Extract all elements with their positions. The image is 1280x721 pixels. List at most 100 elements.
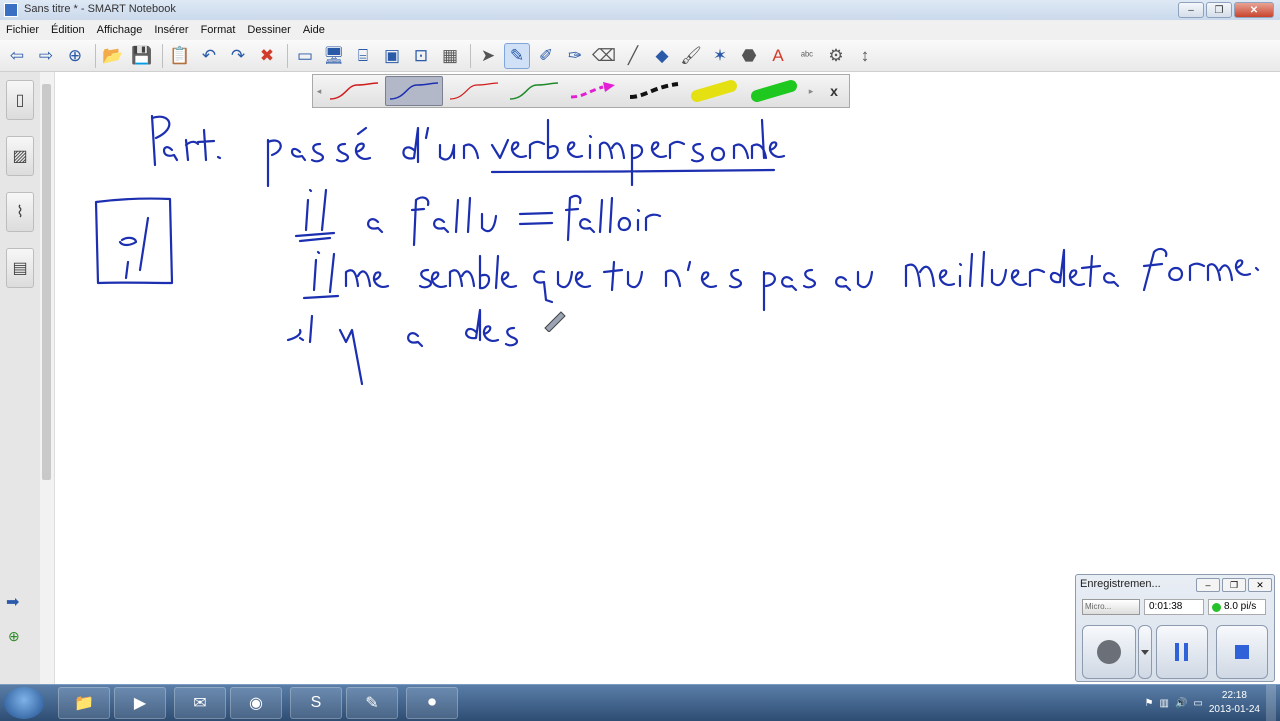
display-icon[interactable]: 🖥 xyxy=(321,43,347,69)
measure-icon[interactable]: ⚙ xyxy=(823,43,849,69)
eraser-icon[interactable]: ⌫ xyxy=(591,43,617,69)
recorder-time: 0:01:38 xyxy=(1144,599,1204,615)
pen-tray-close-button[interactable]: x xyxy=(821,78,847,104)
add-page-icon[interactable]: ⊕ xyxy=(62,43,88,69)
shape-icon[interactable]: ◆ xyxy=(649,43,675,69)
flag-icon[interactable]: ⚑ xyxy=(1145,698,1154,709)
recorder-fps-label: 8.0 pi/s xyxy=(1224,601,1257,612)
clock-time: 22:18 xyxy=(1221,690,1247,701)
fill-icon[interactable]: 🖌 xyxy=(678,43,704,69)
properties-icon[interactable]: ▤ xyxy=(6,248,34,288)
chrome-icon[interactable]: ◉ xyxy=(230,687,282,719)
menu-fichier[interactable]: Fichier xyxy=(0,24,45,36)
tray-left-arrow-icon[interactable]: ◂ xyxy=(313,86,325,97)
record-button[interactable] xyxy=(1082,625,1136,679)
undo-icon[interactable]: ↶ xyxy=(196,43,222,69)
select-icon[interactable]: ➤ xyxy=(475,43,501,69)
attachments-icon[interactable]: ⌇ xyxy=(6,192,34,232)
gallery-icon[interactable]: ▨ xyxy=(6,136,34,176)
pen-red[interactable] xyxy=(325,76,383,106)
toolbar-separator xyxy=(162,43,163,68)
scrollbar-thumb[interactable] xyxy=(42,84,51,480)
recorder-restore-button[interactable]: ❐ xyxy=(1222,578,1246,592)
add-page-side-icon[interactable]: ⊕ xyxy=(8,628,20,645)
volume-icon[interactable]: 🔊 xyxy=(1175,698,1187,709)
skype-icon[interactable]: S xyxy=(290,687,342,719)
line-icon[interactable]: ╱ xyxy=(620,43,646,69)
table-icon[interactable]: ▦ xyxy=(437,43,463,69)
recorder-task-icon[interactable]: ⏺ xyxy=(406,687,458,719)
ink-passe xyxy=(266,126,372,188)
side-tabs: ▯ ▨ ⌇ ▤ ➡ ⊕ xyxy=(0,72,41,684)
stop-button[interactable] xyxy=(1216,625,1268,679)
recorder-fps: 8.0 pi/s xyxy=(1208,599,1266,615)
clock-date: 2013-01-24 xyxy=(1208,704,1260,715)
recorder-close-button[interactable]: ✕ xyxy=(1248,578,1272,592)
ink-part xyxy=(150,114,222,167)
highlighter-yellow[interactable] xyxy=(685,76,743,106)
pen-icon[interactable]: ✎ xyxy=(504,42,530,69)
paste-icon[interactable]: 📋 xyxy=(167,43,193,69)
start-button[interactable] xyxy=(4,687,44,719)
screen-shade-icon[interactable]: ▭ xyxy=(292,43,318,69)
maximize-button[interactable]: ❐ xyxy=(1206,2,1232,18)
outlook-icon[interactable]: ✉ xyxy=(174,687,226,719)
tray-right-arrow-icon[interactable]: ▸ xyxy=(805,86,817,97)
menu-dessiner[interactable]: Dessiner xyxy=(241,24,296,36)
menu-aide[interactable]: Aide xyxy=(297,24,331,36)
recorder-source-select[interactable]: Micro... xyxy=(1082,599,1140,615)
record-icon xyxy=(1097,640,1121,664)
creative-pen-icon[interactable]: ✐ xyxy=(533,43,559,69)
move-toolbar-icon[interactable]: ➡ xyxy=(6,592,19,612)
capture-icon[interactable]: ⊡ xyxy=(408,43,434,69)
minimize-button[interactable]: ‒ xyxy=(1178,2,1204,18)
ink-box-il xyxy=(94,197,174,285)
battery-icon[interactable]: ▭ xyxy=(1193,698,1202,709)
explorer-icon[interactable]: 📁 xyxy=(58,687,110,719)
ink-il-me-semble xyxy=(302,247,1260,312)
document-camera-icon[interactable]: ⌸ xyxy=(350,43,376,69)
pen-magenta-arrow[interactable] xyxy=(565,76,623,106)
menu-format[interactable]: Format xyxy=(195,24,242,36)
pause-button[interactable] xyxy=(1156,625,1208,679)
recorder-minimize-button[interactable]: ‒ xyxy=(1196,578,1220,592)
record-options-button[interactable] xyxy=(1138,625,1152,679)
close-button[interactable]: ✕ xyxy=(1234,2,1274,18)
pen-green[interactable] xyxy=(505,76,563,106)
menu-edition[interactable]: Édition xyxy=(45,24,91,36)
delete-icon[interactable]: ✖ xyxy=(254,43,280,69)
media-player-icon[interactable]: ▶ xyxy=(114,687,166,719)
toolbar-separator xyxy=(287,43,288,68)
toolbar-separator xyxy=(95,43,96,68)
save-icon[interactable]: 💾 xyxy=(129,43,155,69)
system-tray: ⚑ ▥ 🔊 ▭ 22:18 2013-01-24 xyxy=(1145,685,1276,721)
taskbar: 📁 ▶ ✉ ◉ S ✎ ⏺ ⚑ ▥ 🔊 ▭ 22:18 2013-01-24 xyxy=(0,684,1280,721)
vertical-scrollbar[interactable] xyxy=(40,72,55,684)
more-icon[interactable]: ↕ xyxy=(852,43,878,69)
menu-affichage[interactable]: Affichage xyxy=(91,24,149,36)
redo-icon[interactable]: ↷ xyxy=(225,43,251,69)
smart-notebook-task-icon[interactable]: ✎ xyxy=(346,687,398,719)
window-title: Sans titre * - SMART Notebook xyxy=(24,3,176,15)
pen-blue[interactable] xyxy=(385,76,443,106)
forward-icon[interactable]: ⇨ xyxy=(33,43,59,69)
status-dot-icon xyxy=(1212,602,1221,612)
menu-inserer[interactable]: Insérer xyxy=(148,24,194,36)
pen-red-2[interactable] xyxy=(445,76,503,106)
open-icon[interactable]: 📂 xyxy=(100,43,126,69)
presentation-icon[interactable]: ▣ xyxy=(379,43,405,69)
page-sorter-icon[interactable]: ▯ xyxy=(6,80,34,120)
paint-icon[interactable]: ⬣ xyxy=(736,43,762,69)
pen-black-dash[interactable] xyxy=(625,76,683,106)
ink-il-a-fallu xyxy=(294,188,662,247)
network-icon[interactable]: ▥ xyxy=(1159,698,1168,709)
recorder-window: Enregistremen... ‒ ❐ ✕ Micro... 0:01:38 … xyxy=(1075,574,1275,682)
magic-pen-icon[interactable]: ✑ xyxy=(562,43,588,69)
text-icon[interactable]: A xyxy=(765,43,791,69)
clock[interactable]: 22:18 2013-01-24 xyxy=(1209,689,1260,717)
magic-icon[interactable]: ✶ xyxy=(707,43,733,69)
spellcheck-icon[interactable]: ᵃᵇᶜ xyxy=(794,43,820,69)
show-desktop-button[interactable] xyxy=(1266,685,1276,721)
highlighter-green[interactable] xyxy=(745,76,803,106)
back-icon[interactable]: ⇦ xyxy=(4,43,30,69)
